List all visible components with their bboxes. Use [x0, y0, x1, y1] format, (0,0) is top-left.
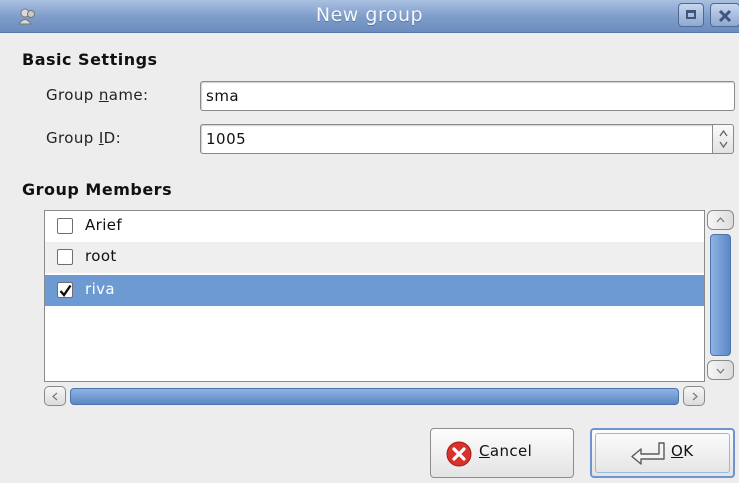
- ok-button[interactable]: OK: [590, 428, 735, 478]
- scroll-left-icon[interactable]: [44, 386, 66, 406]
- group-members-heading: Group Members: [22, 180, 173, 199]
- vertical-scroll-thumb[interactable]: [710, 234, 731, 356]
- member-checkbox[interactable]: [57, 282, 73, 298]
- window-title: New group: [315, 4, 424, 26]
- cancel-button[interactable]: Cancel: [430, 428, 574, 478]
- maximize-icon[interactable]: [678, 3, 704, 27]
- basic-settings-heading: Basic Settings: [22, 50, 158, 69]
- scroll-up-icon[interactable]: [707, 210, 734, 230]
- title-bar[interactable]: New group: [0, 0, 739, 33]
- close-icon[interactable]: [710, 3, 739, 27]
- list-item[interactable]: Arief: [45, 211, 704, 242]
- group-id-stepper[interactable]: [712, 124, 734, 154]
- list-item[interactable]: riva: [45, 275, 704, 306]
- list-item[interactable]: root: [45, 242, 704, 273]
- spin-up-icon[interactable]: [719, 130, 728, 137]
- members-list[interactable]: Arief root riva: [44, 210, 705, 382]
- member-name: Arief: [85, 216, 123, 234]
- scroll-down-icon[interactable]: [707, 360, 734, 380]
- group-id-spinbox[interactable]: 1005: [200, 124, 713, 154]
- group-name-label: Group name:: [46, 86, 149, 104]
- checkmark-icon: [59, 284, 72, 297]
- member-checkbox[interactable]: [57, 249, 73, 265]
- ok-label: OK: [671, 442, 694, 460]
- vertical-scrollbar[interactable]: [707, 210, 734, 380]
- member-name: root: [85, 247, 117, 265]
- member-name: riva: [85, 280, 116, 298]
- scroll-right-icon[interactable]: [683, 386, 705, 406]
- member-checkbox[interactable]: [57, 218, 73, 234]
- horizontal-scroll-thumb[interactable]: [70, 388, 679, 405]
- cancel-label: Cancel: [479, 442, 533, 460]
- horizontal-scrollbar[interactable]: [44, 386, 705, 408]
- ok-icon: [631, 442, 665, 465]
- cancel-icon: [446, 441, 472, 467]
- spin-down-icon[interactable]: [719, 141, 728, 148]
- group-name-input[interactable]: sma: [200, 81, 735, 111]
- group-id-label: Group ID:: [46, 129, 122, 147]
